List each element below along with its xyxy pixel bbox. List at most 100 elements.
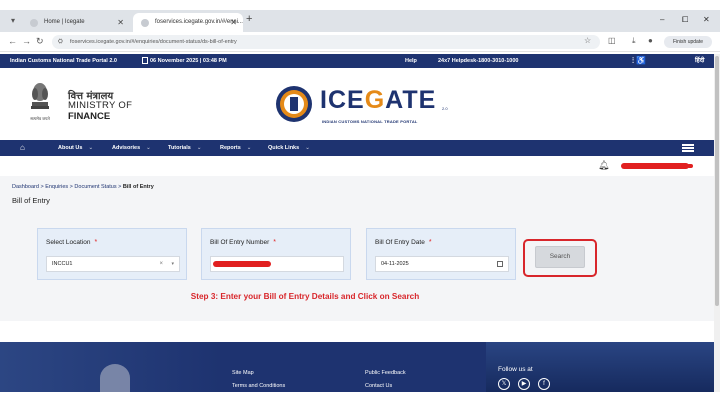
scrollbar-thumb[interactable]	[715, 56, 719, 306]
browser-tab-active[interactable]: foservices.icegate.gov.in/#/ensi... ✕	[133, 13, 243, 32]
boe-number-label: Bill Of Entry Number *	[210, 239, 276, 246]
chevron-down-icon: ⌄	[246, 145, 252, 151]
nav-item-label: Tutorials	[168, 145, 191, 151]
facebook-icon[interactable]: f	[538, 378, 550, 390]
footer-link-feedback[interactable]: Public Feedback	[365, 370, 406, 376]
emblem-watermark-icon	[100, 364, 130, 392]
boe-date-card: Bill Of Entry Date * 04-11-2025	[366, 228, 516, 280]
nav-item-label: About Us	[58, 145, 83, 151]
wordmark-part: G	[364, 86, 386, 114]
instruction-text: Step 3: Enter your Bill of Entry Details…	[190, 292, 420, 301]
nav-item-reports[interactable]: Reports ⌄	[220, 140, 251, 156]
emblem-caption: सत्यमेव जयते	[30, 116, 50, 121]
favicon-icon	[141, 19, 149, 27]
icegate-wordmark[interactable]: ICEGATE	[320, 86, 436, 115]
nav-item-advisories[interactable]: Advisories ⌄	[112, 140, 151, 156]
bottom-strip	[0, 392, 720, 404]
redacted-username[interactable]	[621, 163, 693, 169]
location-value: INCCU1	[52, 261, 73, 267]
footer-link-terms[interactable]: Terms and Conditions	[232, 383, 285, 389]
location-card: Select Location * INCCU1 × ▾	[37, 228, 187, 280]
tab-title: Home | Icegate	[44, 19, 85, 25]
back-icon[interactable]: ←	[8, 36, 17, 46]
search-button[interactable]: Search	[535, 246, 585, 268]
extensions-icon[interactable]: ◫	[608, 36, 616, 45]
helpdesk-label: 24x7 Helpdesk-	[438, 58, 479, 64]
portal-name: Indian Customs National Trade Portal 2.0	[10, 58, 117, 64]
new-tab-button[interactable]: +	[246, 13, 252, 25]
clear-icon[interactable]: ×	[159, 257, 163, 271]
url-text: foservices.icegate.gov.in/#/enquiries/do…	[70, 39, 237, 45]
menu-icon[interactable]	[682, 144, 694, 152]
required-mark: *	[94, 239, 98, 246]
nav-item-label: Quick Links	[268, 145, 300, 151]
logo-subtitle: INDIAN CUSTOMS NATIONAL TRADE PORTAL	[322, 119, 418, 124]
x-icon[interactable]: 𝕏	[498, 378, 510, 390]
portal-top-bar: Indian Customs National Trade Portal 2.0…	[0, 54, 714, 68]
maximize-button[interactable]: ⧠	[682, 15, 688, 25]
redacted-value	[213, 261, 271, 267]
breadcrumb-separator: >	[69, 184, 73, 190]
breadcrumb-current: Bill of Entry	[122, 184, 154, 190]
nav-item-tutorials[interactable]: Tutorials ⌄	[168, 140, 201, 156]
location-select[interactable]: INCCU1 × ▾	[46, 256, 180, 272]
footer-link-contact[interactable]: Contact Us	[365, 383, 392, 389]
location-label: Select Location *	[46, 239, 97, 246]
page-title: Bill of Entry	[12, 196, 50, 205]
boe-number-input[interactable]	[210, 256, 344, 272]
wordmark-part: ATE	[385, 86, 437, 114]
breadcrumb: Dashboard > Enquiries > Document Status …	[12, 184, 154, 190]
language-toggle[interactable]: हिंदी	[695, 54, 704, 68]
site-info-icon[interactable]: ⛭	[58, 35, 63, 49]
tab-search-icon[interactable]: ▾	[6, 14, 20, 28]
accessibility-icon[interactable]: ⫶ ♿	[632, 54, 646, 68]
reload-icon[interactable]: ↻	[36, 36, 44, 47]
scrollbar[interactable]	[714, 54, 720, 392]
breadcrumb-document-status[interactable]: Document Status	[74, 184, 116, 190]
breadcrumb-dashboard[interactable]: Dashboard	[12, 184, 39, 190]
chevron-down-icon: ⌄	[196, 145, 202, 151]
nav-item-about-us[interactable]: About Us ⌄	[58, 140, 93, 156]
content-gap	[0, 321, 714, 342]
minimize-button[interactable]: –	[660, 15, 664, 24]
site-header: सत्यमेव जयते वित्त मंत्रालय MINISTRY OF …	[0, 68, 714, 140]
chevron-down-icon: ⌄	[88, 145, 94, 151]
address-bar-row: ← → ↻ ⛭ foservices.icegate.gov.in/#/enqu…	[0, 32, 720, 52]
finish-update-button[interactable]: Finish update	[664, 36, 712, 48]
youtube-icon[interactable]: ▶	[518, 378, 530, 390]
home-icon[interactable]: ⌂	[20, 140, 25, 156]
boe-number-card: Bill Of Entry Number *	[201, 228, 351, 280]
calendar-icon	[142, 57, 148, 64]
nav-item-quick-links[interactable]: Quick Links ⌄	[268, 140, 310, 156]
url-bar[interactable]: ⛭ foservices.icegate.gov.in/#/enquiries/…	[52, 35, 600, 49]
user-bar: 🔔︎	[0, 156, 714, 176]
breadcrumb-enquiries[interactable]: Enquiries	[45, 184, 68, 190]
boe-date-input[interactable]: 04-11-2025	[375, 256, 509, 272]
download-icon[interactable]: ⤓	[632, 36, 636, 46]
logo-version: 2.0	[442, 106, 448, 111]
icegate-emblem-icon[interactable]	[274, 84, 314, 124]
calendar-icon[interactable]	[497, 261, 503, 267]
location-label-text: Select Location	[46, 239, 91, 246]
required-mark: *	[428, 239, 432, 246]
boe-date-label-text: Bill Of Entry Date	[375, 239, 425, 246]
breadcrumb-separator: >	[40, 184, 44, 190]
main-content: Dashboard > Enquiries > Document Status …	[0, 176, 714, 321]
chevron-down-icon: ⌄	[305, 145, 310, 151]
forward-icon[interactable]: →	[22, 36, 31, 46]
boe-date-label: Bill Of Entry Date *	[375, 239, 432, 246]
browser-tab[interactable]: Home | Icegate ✕	[22, 13, 130, 32]
close-window-button[interactable]: ✕	[703, 15, 710, 24]
chevron-down-icon[interactable]: ▾	[171, 257, 174, 271]
helpdesk-number: 1800-3010-1000	[478, 58, 519, 64]
footer-link-site-map[interactable]: Site Map	[232, 370, 254, 376]
ministry-line2: FINANCE	[68, 111, 111, 122]
bookmark-star-icon[interactable]: ☆	[584, 36, 591, 45]
profile-icon[interactable]: ●	[648, 36, 653, 45]
close-tab-icon[interactable]: ✕	[117, 13, 124, 32]
close-tab-icon[interactable]: ✕	[230, 13, 237, 32]
ministry-line1: MINISTRY OF	[68, 100, 133, 111]
breadcrumb-separator: >	[118, 184, 122, 190]
help-link[interactable]: Help	[405, 54, 417, 68]
bell-icon[interactable]: 🔔︎	[598, 160, 609, 171]
